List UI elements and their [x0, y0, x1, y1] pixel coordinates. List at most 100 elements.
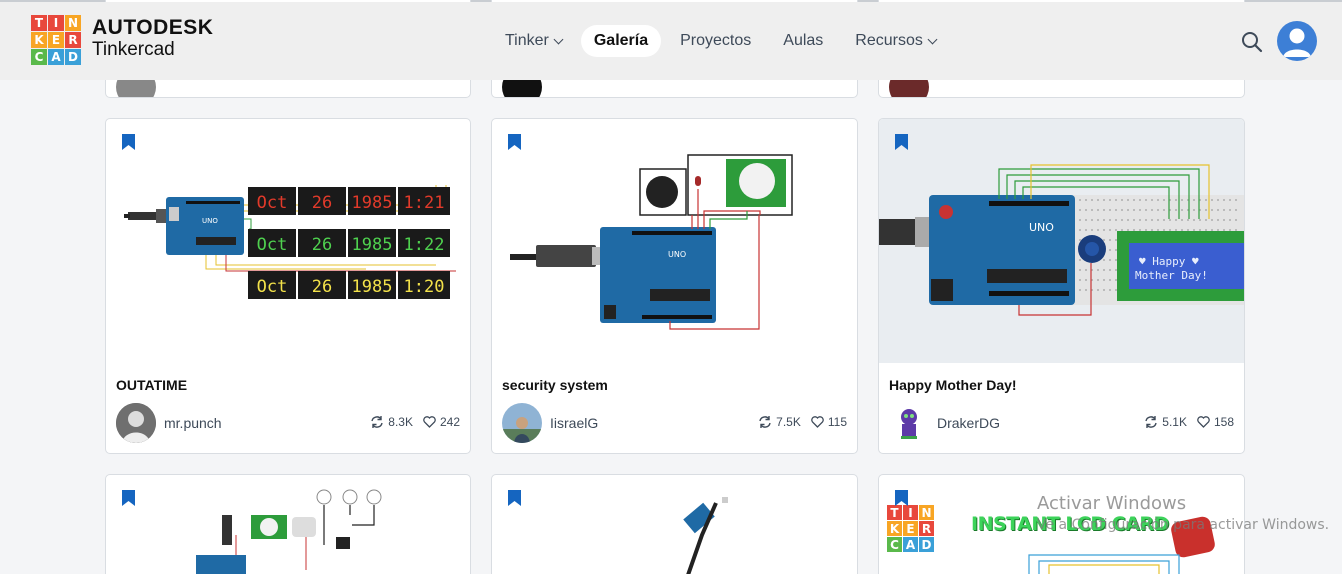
breadboard-hole [1109, 239, 1111, 241]
breadboard-hole [1109, 199, 1111, 201]
card-title[interactable]: security system [502, 377, 608, 393]
breadboard-hole [1103, 279, 1105, 281]
breadboard-hole [1157, 209, 1159, 211]
author-avatar [116, 403, 156, 443]
remix-count: 8.3K [370, 415, 413, 429]
breadboard-hole [1199, 219, 1201, 221]
breadboard-hole [1175, 219, 1177, 221]
tinkercad-logo[interactable]: TIN KER CAD [31, 15, 81, 65]
nav-aulas-label: Aulas [783, 32, 824, 49]
breadboard-hole [1133, 219, 1135, 221]
segment-display-text: 1985 [352, 193, 393, 213]
breadboard-hole [1115, 269, 1117, 271]
circuit-thumbnail: UNO [510, 154, 793, 330]
brand-name[interactable]: AUTODESK Tinkercad [92, 17, 213, 61]
author-name: DrakerDG [937, 415, 1001, 431]
breadboard-hole [1085, 279, 1087, 281]
remix-value: 5.1K [1162, 415, 1187, 429]
segment-display-text: 1:20 [404, 277, 445, 297]
breadboard-hole [1115, 199, 1117, 201]
breadboard-hole [1175, 209, 1177, 211]
bookmark-icon[interactable] [122, 490, 135, 506]
breadboard-hole [1157, 219, 1159, 221]
breadboard-hole [1133, 199, 1135, 201]
circuit-thumbnail [196, 489, 382, 574]
breadboard-hole [1133, 229, 1135, 231]
breadboard-hole [1223, 229, 1225, 231]
bookmark-icon[interactable] [895, 134, 908, 150]
card-author[interactable]: mr.punch [116, 403, 222, 443]
card-author[interactable]: DrakerDG [889, 403, 1000, 443]
breadboard-hole [1151, 219, 1153, 221]
breadboard-hole [1229, 209, 1231, 211]
segment-display-text: 26 [312, 193, 332, 213]
project-thumbnail[interactable]: UNO [492, 119, 857, 363]
breadboard-hole [1193, 199, 1195, 201]
breadboard-hole [1091, 209, 1093, 211]
heart-icon [1197, 416, 1210, 428]
card-stats: 5.1K 158 [1134, 415, 1234, 429]
brand-tinkercad: Tinkercad [92, 39, 175, 60]
breadboard-hole [1103, 239, 1105, 241]
nav-tinker[interactable]: Tinker [492, 25, 575, 57]
breadboard-hole [1151, 209, 1153, 211]
breadboard-hole [1079, 289, 1081, 291]
breadboard-hole [1103, 219, 1105, 221]
like-value: 158 [1213, 415, 1234, 429]
breadboard-hole [1109, 209, 1111, 211]
gallery-card-happy-mother-day[interactable]: UNO ♥ Happy ♥ Mother Day! Happy Mother D… [878, 118, 1245, 454]
remix-icon [371, 416, 383, 428]
nav-galeria-label: Galería [593, 32, 649, 49]
breadboard-hole [1157, 229, 1159, 231]
svg-text:UNO: UNO [668, 250, 686, 259]
card-author[interactable]: IisraelG [502, 403, 598, 443]
breadboard-hole [1181, 229, 1183, 231]
breadboard-hole [1127, 209, 1129, 211]
breadboard-hole [1097, 229, 1099, 231]
breadboard-hole [1163, 209, 1165, 211]
gallery-card-security-system[interactable]: UNO security system IisraelG 7.5K 115 [491, 118, 858, 454]
gallery-card-bottom-1[interactable] [105, 474, 471, 574]
breadboard-hole [1163, 199, 1165, 201]
project-thumbnail[interactable]: UNO ♥ Happy ♥ Mother Day! [879, 119, 1244, 363]
remix-icon [1145, 416, 1157, 428]
segment-display-text: 26 [312, 277, 332, 297]
breadboard-hole [1181, 209, 1183, 211]
breadboard-hole [1115, 249, 1117, 251]
nav-aulas[interactable]: Aulas [770, 25, 836, 57]
bookmark-icon[interactable] [122, 134, 135, 150]
breadboard-hole [1079, 229, 1081, 231]
card-title[interactable]: Happy Mother Day! [889, 377, 1017, 393]
gallery-card-outatime[interactable]: UNO Oct 26 1985 1:21 Oct 26 1985 1:22 Oct 26 1985 1… [105, 118, 471, 454]
card-title[interactable]: OUTATIME [116, 377, 187, 393]
breadboard-hole [1079, 259, 1081, 261]
breadboard-hole [1193, 229, 1195, 231]
breadboard-hole [1109, 249, 1111, 251]
breadboard-hole [1115, 229, 1117, 231]
heart-icon [423, 416, 436, 428]
breadboard-hole [1085, 229, 1087, 231]
nav-recursos[interactable]: Recursos [842, 25, 949, 57]
breadboard-hole [1115, 209, 1117, 211]
breadboard-hole [1097, 289, 1099, 291]
breadboard-hole [1097, 219, 1099, 221]
nav-proyectos[interactable]: Proyectos [667, 25, 764, 57]
bookmark-icon[interactable] [508, 490, 521, 506]
breadboard-hole [1157, 199, 1159, 201]
breadboard-hole [1127, 199, 1129, 201]
bookmark-icon[interactable] [508, 134, 521, 150]
circuit-thumbnail: UNO Oct 26 1985 1:21 Oct 26 1985 1:22 Oct 26 1985 1… [124, 185, 456, 299]
breadboard-hole [1145, 209, 1147, 211]
breadboard-hole [1109, 219, 1111, 221]
breadboard-hole [1109, 259, 1111, 261]
segment-display-text: 1:22 [404, 235, 445, 255]
project-thumbnail[interactable]: UNO Oct 26 1985 1:21 Oct 26 1985 1:22 Oct 26 1985 1… [106, 119, 470, 363]
bookmark-icon[interactable] [895, 490, 908, 506]
breadboard-hole [1139, 199, 1141, 201]
search-icon[interactable] [1241, 31, 1263, 53]
nav-galeria[interactable]: Galería [580, 25, 662, 57]
user-avatar-icon[interactable] [1277, 21, 1317, 61]
card-stats: 7.5K 115 [748, 415, 847, 429]
gallery-card-bottom-2[interactable] [491, 474, 858, 574]
breadboard-hole [1091, 229, 1093, 231]
